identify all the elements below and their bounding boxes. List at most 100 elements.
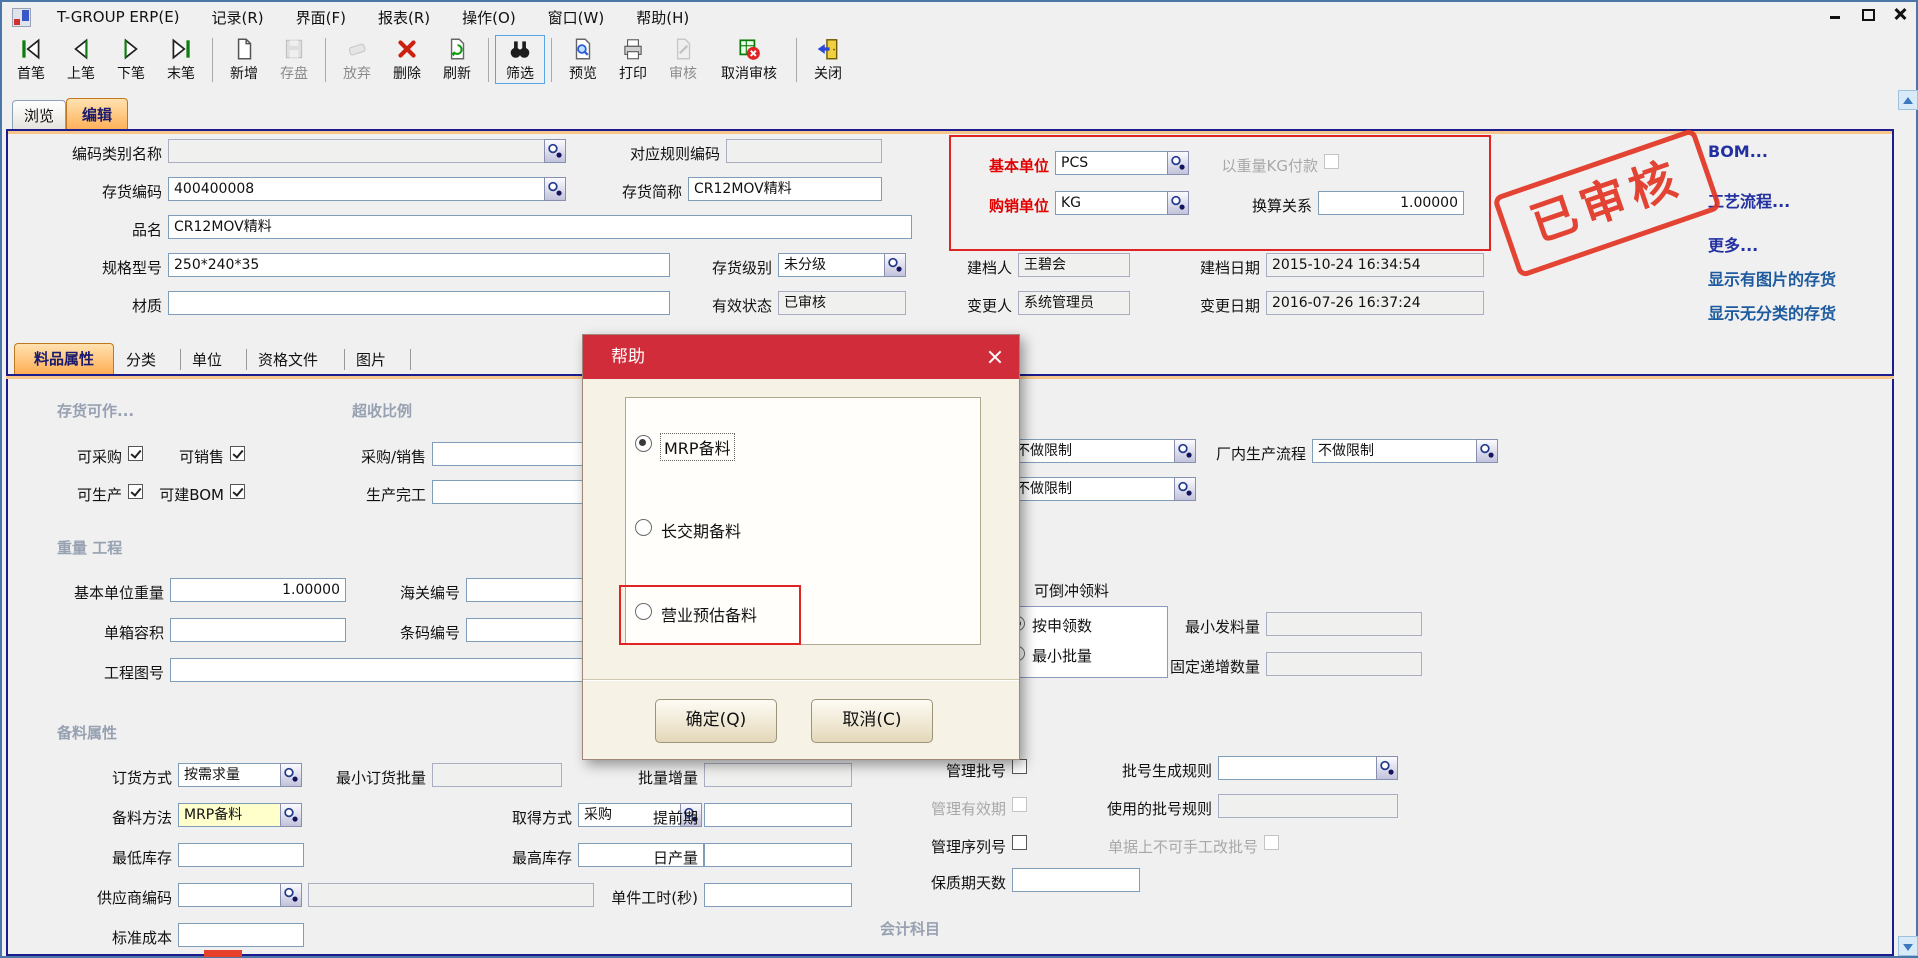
item-code-field[interactable]: 400400008 [168, 177, 566, 201]
item-abbr-label: 存货简称 [562, 181, 682, 202]
preview-button[interactable]: 预览 [558, 35, 608, 84]
menu-item-app[interactable]: T-GROUP ERP(E) [43, 6, 194, 28]
save-button[interactable]: 存盘 [269, 35, 319, 84]
unit-work-sec-field[interactable] [704, 883, 852, 907]
product-name-field[interactable]: CR12MOV精料 [168, 215, 912, 239]
maximize-icon[interactable] [1860, 6, 1876, 22]
delete-x-icon [394, 36, 420, 66]
menu-item-help[interactable]: 帮助(H) [622, 5, 703, 30]
restrict1-field[interactable]: 不做限制 [1010, 439, 1176, 463]
filter-button[interactable]: 筛选 [495, 35, 545, 84]
restrict2-field[interactable]: 不做限制 [1010, 477, 1176, 501]
print-button[interactable]: 打印 [608, 35, 658, 84]
std-cost-field[interactable] [178, 923, 304, 947]
link-show-unclassified-items[interactable]: 显示无分类的存货 [1708, 300, 1836, 324]
last-record-icon [168, 36, 194, 66]
scroll-up-icon[interactable] [1898, 90, 1918, 110]
conversion-field[interactable]: 1.00000 [1318, 191, 1464, 215]
level-field[interactable]: 未分级 [778, 253, 886, 277]
option-long-leadtime-label[interactable]: 长交期备料 [661, 518, 741, 542]
manage-batch-checkbox[interactable] [1012, 759, 1027, 774]
order-mode-field[interactable]: 按需求量 [178, 763, 282, 787]
tab-qualification-files[interactable]: 资格文件 [258, 349, 345, 370]
lead-time-field[interactable] [704, 803, 852, 827]
producible-checkbox[interactable] [128, 484, 143, 499]
new-button[interactable]: 新增 [219, 35, 269, 84]
modifier-label: 变更人 [942, 295, 1012, 316]
prepare-method-lookup-icon[interactable] [280, 803, 302, 827]
spec-field[interactable]: 250*240*35 [168, 253, 670, 277]
close-window-icon[interactable] [1892, 6, 1908, 22]
close-form-button[interactable]: 关闭 [803, 35, 853, 84]
scroll-down-icon[interactable] [1898, 936, 1918, 956]
supplier-code-lookup-icon[interactable] [280, 883, 302, 907]
manage-validity-checkbox[interactable] [1012, 797, 1027, 812]
option-long-leadtime-radio[interactable] [635, 519, 652, 536]
manage-serial-checkbox[interactable] [1012, 835, 1027, 850]
shelf-days-field[interactable] [1012, 868, 1140, 892]
link-more[interactable]: 更多... [1708, 232, 1758, 256]
supplier-code-field[interactable] [178, 883, 282, 907]
menu-item-record[interactable]: 记录(R) [198, 5, 278, 30]
delete-button[interactable]: 删除 [382, 35, 432, 84]
option-mrp-radio[interactable] [635, 435, 652, 452]
menu-item-interface[interactable]: 界面(F) [282, 5, 360, 30]
order-mode-lookup-icon[interactable] [280, 763, 302, 787]
tab-images[interactable]: 图片 [356, 349, 411, 370]
link-show-items-with-images[interactable]: 显示有图片的存货 [1708, 266, 1836, 290]
rule-code-field[interactable] [726, 139, 882, 163]
sellable-checkbox[interactable] [230, 446, 245, 461]
material-field[interactable] [168, 291, 670, 315]
daily-output-field[interactable] [704, 843, 852, 867]
audit-button[interactable]: 审核 [658, 35, 708, 84]
factory-flow-field[interactable]: 不做限制 [1312, 439, 1478, 463]
prev-record-button[interactable]: 上笔 [56, 35, 106, 84]
discard-button[interactable]: 放弃 [332, 35, 382, 84]
base-unit-lookup-icon[interactable] [1167, 151, 1189, 175]
item-abbr-field[interactable]: CR12MOV精料 [688, 177, 882, 201]
tab-edit[interactable]: 编辑 [66, 98, 128, 131]
refresh-button[interactable]: 刷新 [432, 35, 482, 84]
code-category-lookup-icon[interactable] [544, 139, 566, 163]
minimize-icon[interactable] [1828, 6, 1844, 22]
tab-browse[interactable]: 浏览 [12, 100, 66, 131]
cancel-audit-button[interactable]: 取消审核 [708, 35, 790, 84]
cancel-button[interactable]: 取消(C) [811, 699, 933, 743]
link-bom[interactable]: BOM... [1708, 142, 1768, 161]
tab-classification[interactable]: 分类 [126, 349, 181, 370]
option-mrp-label[interactable]: MRP备料 [661, 434, 734, 460]
restrict1-lookup-icon[interactable] [1174, 439, 1196, 463]
level-lookup-icon[interactable] [884, 253, 906, 277]
purchasable-checkbox[interactable] [128, 446, 143, 461]
batch-rule-lookup-icon[interactable] [1376, 756, 1398, 780]
prepare-method-field[interactable]: MRP备料 [178, 803, 282, 827]
menu-bar: T-GROUP ERP(E) 记录(R) 界面(F) 报表(R) 操作(O) 窗… [2, 2, 1916, 32]
dialog-close-icon[interactable] [987, 349, 1003, 365]
menu-item-window[interactable]: 窗口(W) [534, 5, 619, 30]
unit-weight-field[interactable]: 1.00000 [170, 578, 346, 602]
tab-units[interactable]: 单位 [192, 349, 247, 370]
manage-validity-label: 管理有效期 [922, 798, 1006, 819]
base-unit-field[interactable]: PCS [1055, 151, 1169, 175]
code-category-field[interactable] [168, 139, 566, 163]
trade-unit-lookup-icon[interactable] [1167, 191, 1189, 215]
box-volume-field[interactable] [170, 618, 346, 642]
barcode-no-label: 条码编号 [382, 622, 460, 643]
tab-item-attributes[interactable]: 料品属性 [14, 343, 114, 374]
last-record-button[interactable]: 末笔 [156, 35, 206, 84]
next-record-button[interactable]: 下笔 [106, 35, 156, 84]
trade-unit-field[interactable]: KG [1055, 191, 1169, 215]
menu-item-operation[interactable]: 操作(O) [448, 5, 530, 30]
ok-button[interactable]: 确定(Q) [655, 699, 777, 743]
min-stock-field[interactable] [178, 843, 304, 867]
no-manual-batch-checkbox[interactable] [1264, 835, 1279, 850]
unit-work-sec-label: 单件工时(秒) [562, 887, 698, 908]
menu-item-report[interactable]: 报表(R) [364, 5, 444, 30]
link-process-flow[interactable]: 工艺流程... [1708, 188, 1790, 212]
pay-by-weight-checkbox[interactable] [1324, 154, 1339, 169]
first-record-button[interactable]: 首笔 [6, 35, 56, 84]
batch-rule-field[interactable] [1218, 756, 1378, 780]
can-build-bom-checkbox[interactable] [230, 484, 245, 499]
factory-flow-lookup-icon[interactable] [1476, 439, 1498, 463]
restrict2-lookup-icon[interactable] [1174, 477, 1196, 501]
